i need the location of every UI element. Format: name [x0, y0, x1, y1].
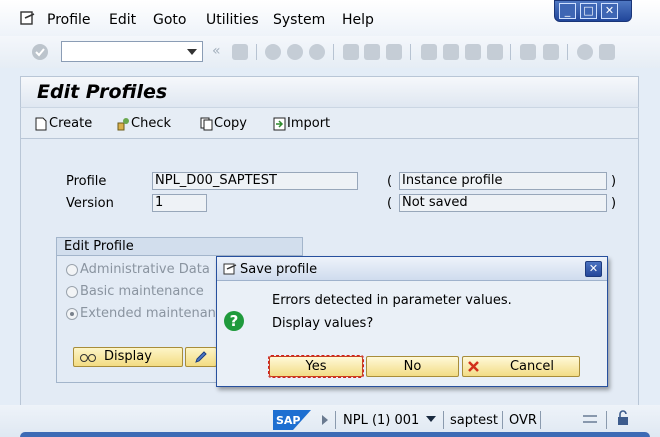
page-title: Edit Profiles: [37, 81, 168, 103]
svg-text:?: ?: [230, 312, 239, 330]
document-icon: [35, 117, 47, 130]
copy-icon: [200, 117, 213, 130]
paren-close: ): [611, 174, 617, 189]
layout-icon[interactable]: [599, 44, 615, 60]
no-button[interactable]: No: [366, 356, 459, 377]
cancel-button[interactable]: Cancel: [462, 356, 580, 377]
radio-icon: [66, 263, 78, 276]
dialog-message-line1: Errors detected in parameter values.: [272, 293, 512, 308]
prev-page-icon[interactable]: [443, 44, 459, 60]
menu-help[interactable]: Help: [342, 12, 374, 28]
screen-title-bar: Edit Profiles: [20, 76, 639, 107]
copy-button[interactable]: Copy: [200, 116, 247, 131]
glasses-icon: [80, 354, 96, 362]
cancel-icon[interactable]: [309, 44, 325, 60]
print-icon[interactable]: [343, 44, 359, 60]
menu-edit[interactable]: Edit: [109, 12, 136, 28]
system-menu-icon[interactable]: [20, 11, 36, 25]
menu-goto[interactable]: Goto: [153, 12, 186, 28]
close-icon[interactable]: ✕: [585, 261, 602, 277]
connection-icon: [583, 415, 597, 423]
import-button[interactable]: Import: [273, 116, 330, 131]
radio-extended-maintenance[interactable]: Extended maintenance: [66, 306, 231, 321]
find-icon[interactable]: [364, 44, 380, 60]
help-icon[interactable]: [577, 44, 593, 60]
display-button[interactable]: Display: [73, 347, 183, 367]
find-next-icon[interactable]: [386, 44, 402, 60]
enter-icon[interactable]: [31, 43, 49, 61]
question-icon: ?: [224, 311, 244, 331]
group-title: Edit Profile: [57, 238, 302, 256]
standard-toolbar: «: [0, 36, 660, 68]
menu-bar: Profile Edit Goto Utilities System Help …: [0, 0, 660, 36]
close-icon[interactable]: ✕: [601, 3, 618, 19]
status-bar-accent: [20, 432, 650, 437]
back-icon[interactable]: [265, 44, 281, 60]
version-label: Version: [66, 196, 114, 211]
cancel-x-icon: [468, 361, 479, 372]
radio-basic-maintenance[interactable]: Basic maintenance: [66, 284, 204, 299]
dialog-title-bar: Save profile ✕: [217, 257, 607, 281]
check-icon: [117, 117, 129, 130]
create-button[interactable]: Create: [35, 116, 92, 131]
check-button[interactable]: Check: [117, 116, 171, 131]
first-page-icon[interactable]: [421, 44, 437, 60]
save-icon[interactable]: [232, 44, 248, 60]
last-page-icon[interactable]: [487, 44, 503, 60]
sap-logo-icon: SAP: [273, 410, 311, 430]
user-info: saptest: [450, 413, 498, 428]
menu-profile[interactable]: Profile: [47, 12, 91, 28]
window-controls: _ □ ✕: [554, 0, 632, 22]
status-bar: SAP NPL (1) 001 saptest OVR: [0, 405, 660, 437]
profile-label: Profile: [66, 174, 107, 189]
input-mode[interactable]: OVR: [509, 413, 537, 428]
radio-administrative-data[interactable]: Administrative Data: [66, 262, 210, 277]
pencil-icon: [195, 351, 207, 363]
minimize-icon[interactable]: _: [559, 3, 576, 19]
chevron-down-icon[interactable]: [187, 49, 197, 55]
radio-selected-icon: [66, 307, 78, 320]
paren-open: (: [387, 174, 393, 189]
paren-close: ): [611, 196, 617, 211]
exit-icon[interactable]: [287, 44, 303, 60]
change-button[interactable]: [185, 347, 217, 367]
profile-field[interactable]: NPL_D00_SAPTEST: [152, 172, 358, 190]
menu-system[interactable]: System: [273, 12, 325, 28]
toolbar-arrow-icon: «: [212, 43, 221, 59]
yes-button[interactable]: Yes: [268, 355, 364, 378]
application-toolbar: Create Check Copy Import: [20, 107, 639, 139]
status-expand-icon[interactable]: [321, 414, 329, 426]
lock-icon[interactable]: [616, 410, 630, 426]
save-profile-dialog: Save profile ✕ ? Errors detected in para…: [216, 256, 608, 387]
new-session-icon[interactable]: [520, 44, 536, 60]
shortcut-icon[interactable]: [543, 44, 559, 60]
version-field[interactable]: 1: [152, 194, 207, 212]
paren-open: (: [387, 196, 393, 211]
svg-text:SAP: SAP: [276, 414, 301, 427]
dialog-title: Save profile: [240, 262, 318, 277]
version-status-field: Not saved: [399, 194, 607, 212]
radio-icon: [66, 285, 78, 298]
command-field[interactable]: [61, 41, 203, 62]
dialog-message-line2: Display values?: [272, 316, 374, 331]
import-icon: [273, 117, 286, 130]
dialog-menu-icon: [223, 263, 237, 275]
maximize-icon[interactable]: □: [580, 3, 597, 19]
system-info: NPL (1) 001: [343, 413, 420, 428]
menu-utilities[interactable]: Utilities: [206, 12, 259, 28]
next-page-icon[interactable]: [465, 44, 481, 60]
profile-type-field: Instance profile: [399, 172, 607, 190]
chevron-down-icon[interactable]: [426, 416, 436, 423]
